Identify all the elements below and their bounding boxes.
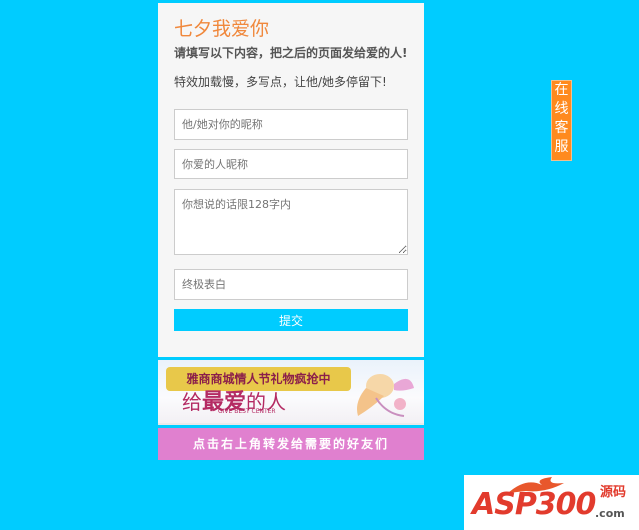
- nickname-input[interactable]: [174, 109, 408, 140]
- lover-nickname-input[interactable]: [174, 149, 408, 179]
- ad-main-text-1: 给: [182, 390, 202, 414]
- ad-top-text: 雅商商城情人节礼物疯抢中: [166, 367, 351, 391]
- final-confession-input[interactable]: [174, 269, 408, 300]
- online-service-tab[interactable]: 在 线 客 服: [551, 80, 572, 161]
- side-tab-char: 服: [554, 139, 569, 155]
- love-form-card: 七夕我爱你 请填写以下内容，把之后的页面发给爱的人! 特效加载慢，多写点，让他/…: [158, 3, 424, 357]
- valentine-ad-banner[interactable]: 雅商商城情人节礼物疯抢中 给最爱的人 GIVE BEST CENTER: [158, 360, 424, 425]
- side-tab-char: 客: [554, 120, 569, 136]
- share-hint-banner: 点击右上角转发给需要的好友们: [158, 428, 424, 460]
- side-tab-char: 线: [554, 101, 569, 117]
- note-text: 特效加载慢，多写点，让他/她多停留下!: [174, 75, 387, 89]
- angel-illustration-icon: [357, 374, 414, 417]
- logo-brand: ASP300: [472, 487, 596, 522]
- instruction-text: 请填写以下内容，把之后的页面发给爱的人!: [174, 46, 408, 60]
- submit-button[interactable]: 提交: [174, 309, 408, 331]
- message-textarea[interactable]: [174, 189, 408, 255]
- side-tab-char: 在: [554, 82, 569, 98]
- asp300-logo: ASP300 源码 .com: [464, 475, 639, 530]
- logo-domain: .com: [595, 507, 625, 520]
- ad-small-text: GIVE BEST CENTER: [218, 408, 276, 415]
- page-title: 七夕我爱你: [174, 18, 270, 40]
- logo-cn-text: 源码: [600, 485, 627, 500]
